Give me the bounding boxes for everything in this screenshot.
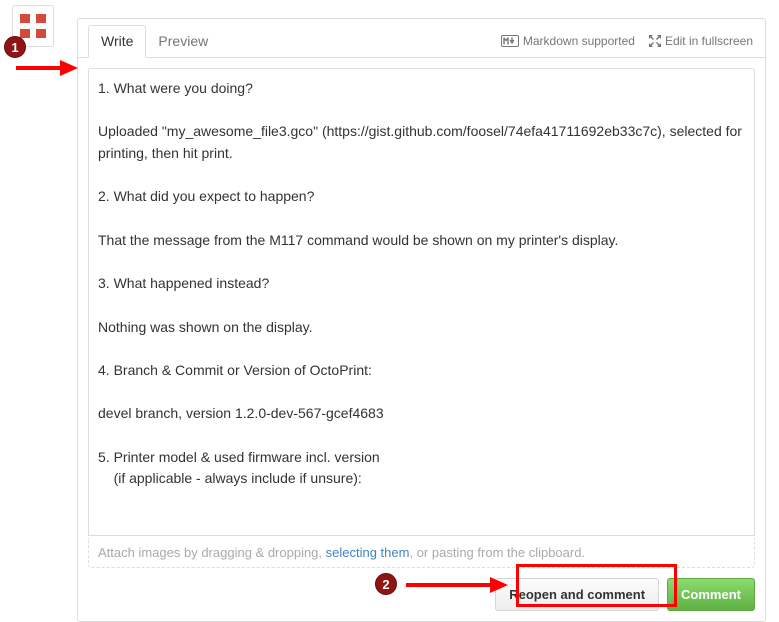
- markdown-icon: [501, 35, 519, 47]
- tab-preview[interactable]: Preview: [146, 26, 220, 57]
- comment-form: Write Preview Markdown supported Edit in…: [77, 18, 766, 622]
- comment-textarea[interactable]: [88, 68, 755, 536]
- tab-write[interactable]: Write: [88, 25, 146, 58]
- attach-select-link[interactable]: selecting them: [326, 545, 410, 560]
- annotation-highlight-reopen: [516, 564, 677, 607]
- markdown-link[interactable]: Markdown supported: [501, 34, 635, 48]
- fullscreen-link[interactable]: Edit in fullscreen: [649, 34, 753, 48]
- annotation-arrow-1: [14, 58, 78, 78]
- attach-text-prefix: Attach images by dragging & dropping,: [98, 545, 326, 560]
- fullscreen-icon: [649, 35, 661, 47]
- tabs-row: Write Preview Markdown supported Edit in…: [78, 25, 765, 58]
- comment-button[interactable]: Comment: [667, 578, 755, 611]
- avatar: [12, 5, 54, 47]
- attach-text-suffix: , or pasting from the clipboard.: [409, 545, 585, 560]
